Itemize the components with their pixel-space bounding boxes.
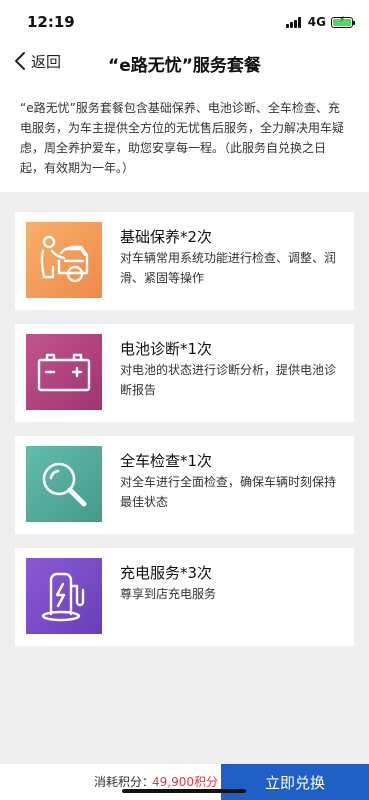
points-label: 消耗积分：: [94, 775, 155, 789]
points-value: 49,900积分: [152, 775, 218, 789]
service-title: 充电服务*3次: [120, 564, 213, 582]
nav-bar: 返回 “e路无忧”服务套餐: [0, 44, 369, 80]
service-card-maintenance[interactable]: 基础保养*2次 对车辆常用系统功能进行检查、调整、润滑、紧固等操作: [15, 212, 354, 310]
charging-station-icon: [26, 558, 102, 634]
signal-icon: [285, 16, 302, 28]
service-card-battery[interactable]: 电池诊断*1次 对电池的状态进行诊断分析，提供电池诊断报告: [15, 324, 354, 422]
service-title: 基础保养*2次: [120, 228, 213, 246]
status-time: 12:19: [27, 13, 75, 31]
service-title: 全车检查*1次: [120, 452, 213, 470]
battery-icon: [26, 334, 102, 410]
service-desc: 对全车进行全面检查，确保车辆时刻保持最佳状态: [120, 475, 337, 509]
service-card-inspection[interactable]: 全车检查*1次 对全车进行全面检查，确保车辆时刻保持最佳状态: [15, 436, 354, 534]
bottom-bar: 消耗积分： 49,900积分 立即兑换: [0, 764, 369, 800]
status-bar: 12:19 4G ⚡: [0, 0, 369, 44]
page-title: “e路无忧”服务套餐: [108, 56, 261, 76]
network-type: 4G: [307, 15, 326, 29]
redeem-button[interactable]: 立即兑换: [221, 764, 369, 800]
service-desc: 对车辆常用系统功能进行检查、调整、润滑、紧固等操作: [120, 251, 337, 285]
car-mechanic-icon: [26, 222, 102, 298]
intro-text: “e路无忧”服务套餐包含基础保养、电池诊断、全车检查、充电服务，为车主提供全方位…: [0, 80, 369, 192]
service-desc: 对电池的状态进行诊断分析，提供电池诊断报告: [120, 363, 337, 397]
service-desc: 尊享到店充电服务: [120, 587, 217, 601]
home-indicator: [122, 789, 246, 793]
magnifier-icon: [26, 446, 102, 522]
service-card-charging[interactable]: 充电服务*3次 尊享到店充电服务: [15, 548, 354, 646]
status-indicators: 4G ⚡: [285, 15, 355, 29]
battery-icon: ⚡: [331, 15, 355, 28]
service-title: 电池诊断*1次: [120, 340, 213, 358]
